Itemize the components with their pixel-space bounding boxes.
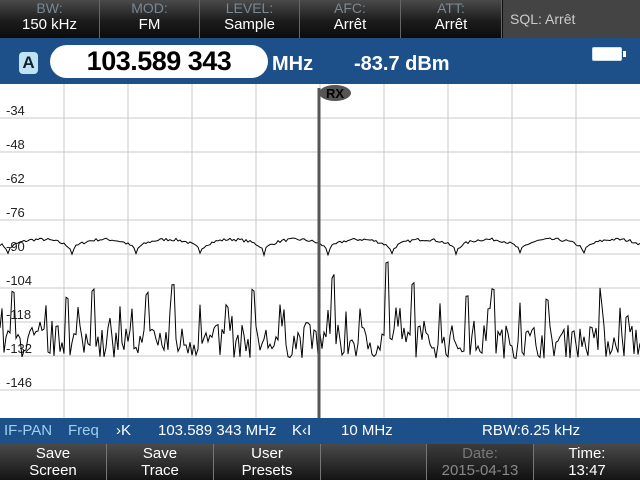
bw-param[interactable]: BW: 150 kHz bbox=[0, 0, 100, 38]
date-softkey[interactable]: Date: 2015-04-13 bbox=[427, 444, 534, 480]
mod-param[interactable]: MOD: FM bbox=[100, 0, 200, 38]
bw-value: 150 kHz bbox=[21, 16, 78, 33]
att-param[interactable]: ATT: Arrêt bbox=[401, 0, 502, 38]
y-tick-label: -118 bbox=[6, 307, 31, 322]
user-presets-button[interactable]: User Presets bbox=[214, 444, 321, 480]
frequency-header: A 103.589 343 MHz -83.7 dBm bbox=[0, 38, 640, 84]
spectrum-svg: -34-48-62-76-90-104-118-132-146 RX bbox=[0, 84, 640, 418]
y-tick-label: -104 bbox=[6, 273, 32, 288]
softkey-bar: Save Screen Save Trace User Presets Date… bbox=[0, 444, 640, 480]
step-right-icon[interactable]: K‹I bbox=[292, 418, 311, 444]
y-tick-label: -62 bbox=[6, 171, 25, 186]
sql-value: Arrêt bbox=[545, 11, 576, 27]
y-tick-label: -132 bbox=[6, 341, 32, 356]
rx-marker-tag[interactable]: RX bbox=[319, 85, 351, 101]
y-tick-label: -146 bbox=[6, 375, 32, 390]
afc-param[interactable]: AFC: Arrêt bbox=[300, 0, 401, 38]
center-frequency[interactable]: 103.589 343 MHz bbox=[158, 418, 276, 444]
info-bar: IF-PAN Freq ›K 103.589 343 MHz K‹I 10 MH… bbox=[0, 418, 640, 444]
user-presets-label-2: Presets bbox=[241, 462, 293, 479]
mod-label: MOD: bbox=[131, 0, 168, 16]
level-readout: -83.7 dBm bbox=[354, 53, 450, 75]
span-value[interactable]: 10 MHz bbox=[341, 418, 393, 444]
bw-label: BW: bbox=[36, 0, 63, 16]
frequency-unit: MHz bbox=[272, 53, 314, 75]
mode-label: IF-PAN bbox=[4, 422, 53, 439]
mod-value: FM bbox=[138, 16, 161, 33]
date-label: Date: bbox=[462, 445, 498, 462]
afc-label: AFC: bbox=[334, 0, 366, 16]
date-value: 2015-04-13 bbox=[441, 462, 519, 479]
freq-label: Freq bbox=[68, 422, 99, 439]
save-trace-button[interactable]: Save Trace bbox=[107, 444, 214, 480]
att-value: Arrêt bbox=[434, 16, 468, 33]
save-trace-label-2: Trace bbox=[141, 462, 179, 479]
sql-indicator[interactable]: SQL: Arrêt bbox=[503, 0, 640, 38]
parameter-bar: BW: 150 kHz MOD: FM LEVEL: Sample AFC: A… bbox=[0, 0, 640, 38]
att-label: ATT: bbox=[437, 0, 465, 16]
empty-softkey[interactable] bbox=[321, 444, 427, 480]
save-trace-label-1: Save bbox=[142, 445, 178, 462]
step-left-icon[interactable]: ›K bbox=[116, 418, 131, 444]
y-axis-ticks: -34-48-62-76-90-104-118-132-146 bbox=[6, 103, 32, 390]
rbw-value[interactable]: RBW:6.25 kHz bbox=[482, 418, 580, 444]
time-value: 13:47 bbox=[568, 462, 606, 479]
trace-a-badge[interactable]: A bbox=[19, 52, 38, 74]
time-label: Time: bbox=[568, 445, 606, 462]
save-screen-label-2: Screen bbox=[29, 462, 77, 479]
spectrum-plot[interactable]: -34 -48 -62 -76 -90 -104 -118 -132 -146 RX bbox=[0, 84, 640, 418]
frequency-readout[interactable]: 103.589 343 bbox=[50, 45, 268, 78]
user-presets-label-1: User bbox=[251, 445, 283, 462]
level-param[interactable]: LEVEL: Sample bbox=[200, 0, 300, 38]
y-tick-label: -48 bbox=[6, 137, 25, 152]
level-value: Sample bbox=[224, 16, 275, 33]
save-screen-label-1: Save bbox=[35, 445, 71, 462]
rx-marker-label: RX bbox=[326, 86, 344, 101]
time-softkey[interactable]: Time: 13:47 bbox=[534, 444, 640, 480]
y-tick-label: -34 bbox=[6, 103, 25, 118]
battery-icon bbox=[592, 47, 626, 61]
level-label: LEVEL: bbox=[225, 0, 274, 16]
sql-label: SQL: bbox=[510, 11, 542, 27]
y-tick-label: -76 bbox=[6, 205, 25, 220]
save-screen-button[interactable]: Save Screen bbox=[0, 444, 107, 480]
afc-value: Arrêt bbox=[333, 16, 367, 33]
